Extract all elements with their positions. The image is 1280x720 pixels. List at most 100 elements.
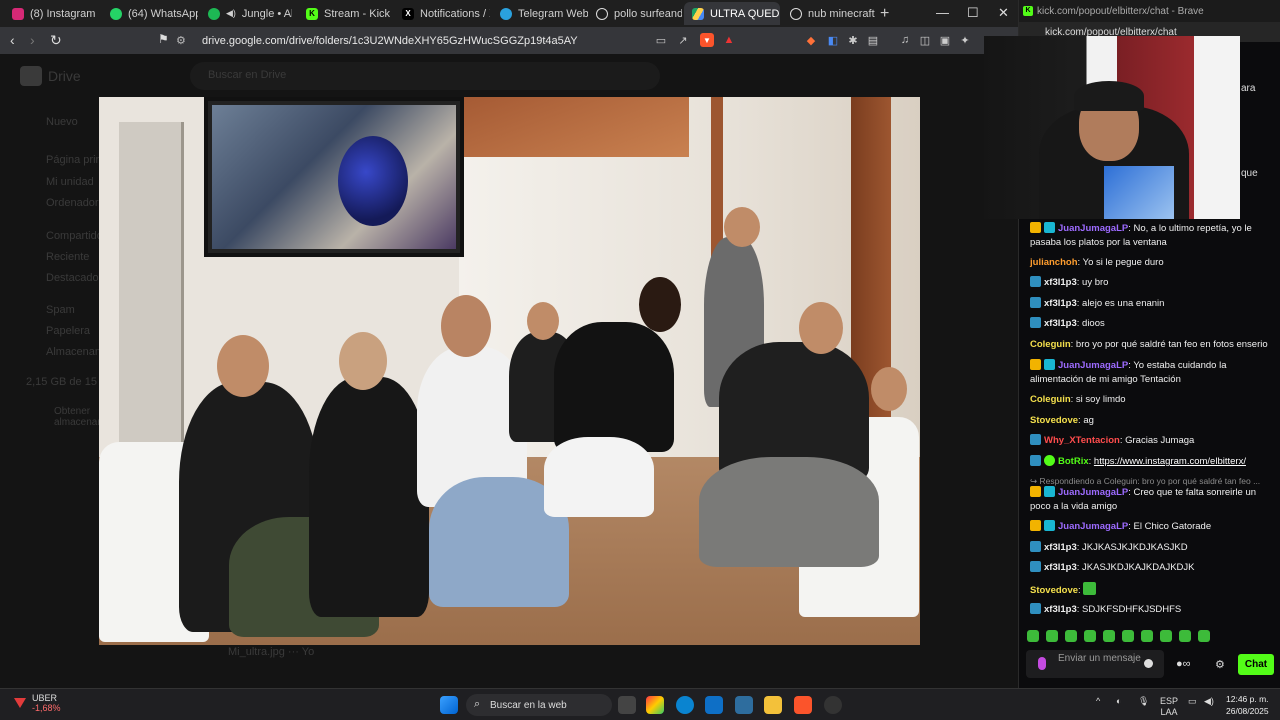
- photo-head: [339, 332, 387, 390]
- tab-google-drive[interactable]: ULTRA QUED✕: [684, 2, 780, 25]
- close-window-icon[interactable]: ✕: [998, 5, 1009, 21]
- chat-partial-text: que: [1241, 168, 1258, 179]
- audio-playing-icon: ◀): [226, 8, 236, 18]
- emote-icon[interactable]: [1084, 630, 1096, 642]
- community-icon[interactable]: ●∞: [1176, 658, 1191, 670]
- windows-start-icon[interactable]: [440, 696, 458, 714]
- system-clock[interactable]: 12:46 p. m. 26/08/2025: [1226, 693, 1269, 717]
- emote-icon[interactable]: [1198, 630, 1210, 642]
- network-icon[interactable]: ▭: [1188, 696, 1197, 707]
- tab-spotify[interactable]: ◀)Jungle • Alok,: [200, 2, 292, 25]
- microphone-icon[interactable]: [1038, 657, 1046, 670]
- x-icon: X: [402, 7, 414, 20]
- language-indicator[interactable]: ESP LAA: [1160, 696, 1178, 718]
- chat-settings-gear-icon[interactable]: ⚙: [1215, 658, 1225, 671]
- widget-stock[interactable]: UBER -1,68%: [12, 693, 61, 713]
- send-chat-button[interactable]: Chat: [1238, 654, 1274, 675]
- leo-ai-icon[interactable]: ✦: [958, 33, 972, 47]
- emote-icon[interactable]: [1160, 630, 1172, 642]
- reader-icon[interactable]: ▤: [866, 33, 880, 47]
- chat-message: Stovedove: ag: [1030, 415, 1094, 426]
- kick-badge-icon: [1030, 561, 1041, 572]
- store-icon[interactable]: [705, 696, 723, 714]
- browser-window: (8) Instagram (64) WhatsApp ◀) Jungle • A…: [0, 0, 1018, 688]
- emote-icon[interactable]: [1141, 630, 1153, 642]
- chat-message: xf3l1p3: alejo es una enanin: [1030, 297, 1274, 311]
- back-icon[interactable]: ‹: [10, 32, 15, 48]
- extensions-icon[interactable]: ✱: [846, 33, 860, 47]
- tab-instagram[interactable]: (8) Instagram: [4, 2, 100, 25]
- task-view-icon[interactable]: [618, 696, 636, 714]
- tray-overflow-icon[interactable]: ^: [1096, 696, 1100, 706]
- drive-nav-my-drive: Mi unidad: [46, 176, 94, 188]
- chat-message: xf3l1p3: uy bro: [1030, 276, 1274, 290]
- browser-toolbar: ‹ › ↻ ⚑ ⚙ drive.google.com/drive/folders…: [0, 27, 1018, 54]
- drive-nav-spam: Spam: [46, 304, 75, 316]
- brave-shields-icon[interactable]: ▼: [700, 33, 714, 47]
- volume-icon[interactable]: ◀): [1204, 696, 1214, 707]
- photo-person: [554, 322, 674, 452]
- file-explorer-icon[interactable]: [764, 696, 782, 714]
- tab-pollo-surfeando[interactable]: pollo surfeando: [588, 2, 682, 25]
- photo-tv: [204, 97, 464, 257]
- tray-mic-icon[interactable]: 🎙: [1138, 696, 1149, 707]
- globe-icon: [790, 7, 802, 20]
- media-icon[interactable]: ♫: [898, 33, 912, 47]
- emote-icon[interactable]: [1103, 630, 1115, 642]
- sub-badge-icon: [1044, 222, 1055, 233]
- new-tab-plus-icon[interactable]: +: [880, 5, 889, 23]
- tab-kick-dashboard[interactable]: KStream - Kick Das: [298, 2, 390, 25]
- emote-icon[interactable]: [1122, 630, 1134, 642]
- crown-badge-icon: [1030, 222, 1041, 233]
- reload-icon[interactable]: ↻: [50, 32, 62, 49]
- chat-message: Coleguin: bro yo por qué saldré tan feo …: [1030, 339, 1268, 350]
- crown-badge-icon: [1030, 486, 1041, 497]
- wallet-icon[interactable]: ▣: [938, 33, 952, 47]
- kick-icon: K: [306, 7, 318, 20]
- emoji-picker-icon[interactable]: [1144, 659, 1153, 668]
- sidebar-icon[interactable]: ◫: [918, 33, 932, 47]
- address-bar[interactable]: ⚙ drive.google.com/drive/folders/1c3U2WN…: [176, 30, 756, 51]
- chat-message: xf3l1p3: SDJKFSDHFKJSDHFS: [1030, 603, 1274, 617]
- drive-search-placeholder: Buscar en Drive: [208, 69, 287, 81]
- sub-badge-icon: [1044, 486, 1055, 497]
- telegram-icon: [500, 7, 512, 20]
- tab-telegram[interactable]: Telegram Web: [492, 2, 588, 25]
- obs-icon[interactable]: [824, 696, 842, 714]
- brave-rewards-icon[interactable]: ▲: [722, 33, 736, 47]
- copilot-icon[interactable]: [646, 696, 664, 714]
- edge-icon[interactable]: [676, 696, 694, 714]
- tab-x-notifications[interactable]: X Notifications / X: [394, 2, 490, 25]
- snipping-tool-icon[interactable]: [735, 696, 753, 714]
- maximize-icon[interactable]: ☐: [967, 5, 979, 21]
- minimize-icon[interactable]: —: [936, 5, 949, 20]
- photo-head: [639, 277, 681, 332]
- chat-message: JuanJumagaLP: No, a lo ultimo repetía, y…: [1030, 222, 1252, 248]
- site-settings-icon[interactable]: ⚙: [176, 34, 190, 47]
- photo-head: [217, 335, 269, 397]
- emote-icon[interactable]: [1027, 630, 1039, 642]
- translate-icon[interactable]: ◧: [826, 33, 840, 47]
- tab-whatsapp[interactable]: (64) WhatsApp: [102, 2, 198, 25]
- bookmark-icon[interactable]: ⚑: [158, 32, 169, 46]
- emote-bar: [1027, 630, 1217, 644]
- brave-icon[interactable]: [794, 696, 812, 714]
- instagram-link[interactable]: https://www.instagram.com/elbitterx/: [1094, 456, 1246, 467]
- photo-head: [871, 367, 907, 411]
- share-icon[interactable]: ↗: [676, 33, 690, 47]
- cast-icon[interactable]: ▭: [654, 33, 668, 47]
- crown-badge-icon: [1030, 359, 1041, 370]
- emote-icon[interactable]: [1065, 630, 1077, 642]
- photo-preview[interactable]: [99, 97, 920, 645]
- kick-badge-icon: [1030, 434, 1041, 445]
- emote-icon[interactable]: [1179, 630, 1191, 642]
- taskbar-search[interactable]: ⌕ Buscar en la web: [466, 694, 612, 716]
- tab-minecraft[interactable]: nub minecraft - B: [782, 2, 876, 25]
- search-icon: ⌕: [474, 698, 481, 710]
- extension-fox-icon[interactable]: ◆: [804, 33, 818, 47]
- forward-icon[interactable]: ›: [30, 32, 35, 48]
- drive-logo-icon: [20, 66, 42, 86]
- tray-app-icon[interactable]: ◐: [1116, 696, 1121, 706]
- emote-icon[interactable]: [1046, 630, 1058, 642]
- photo-helmet: [338, 136, 408, 226]
